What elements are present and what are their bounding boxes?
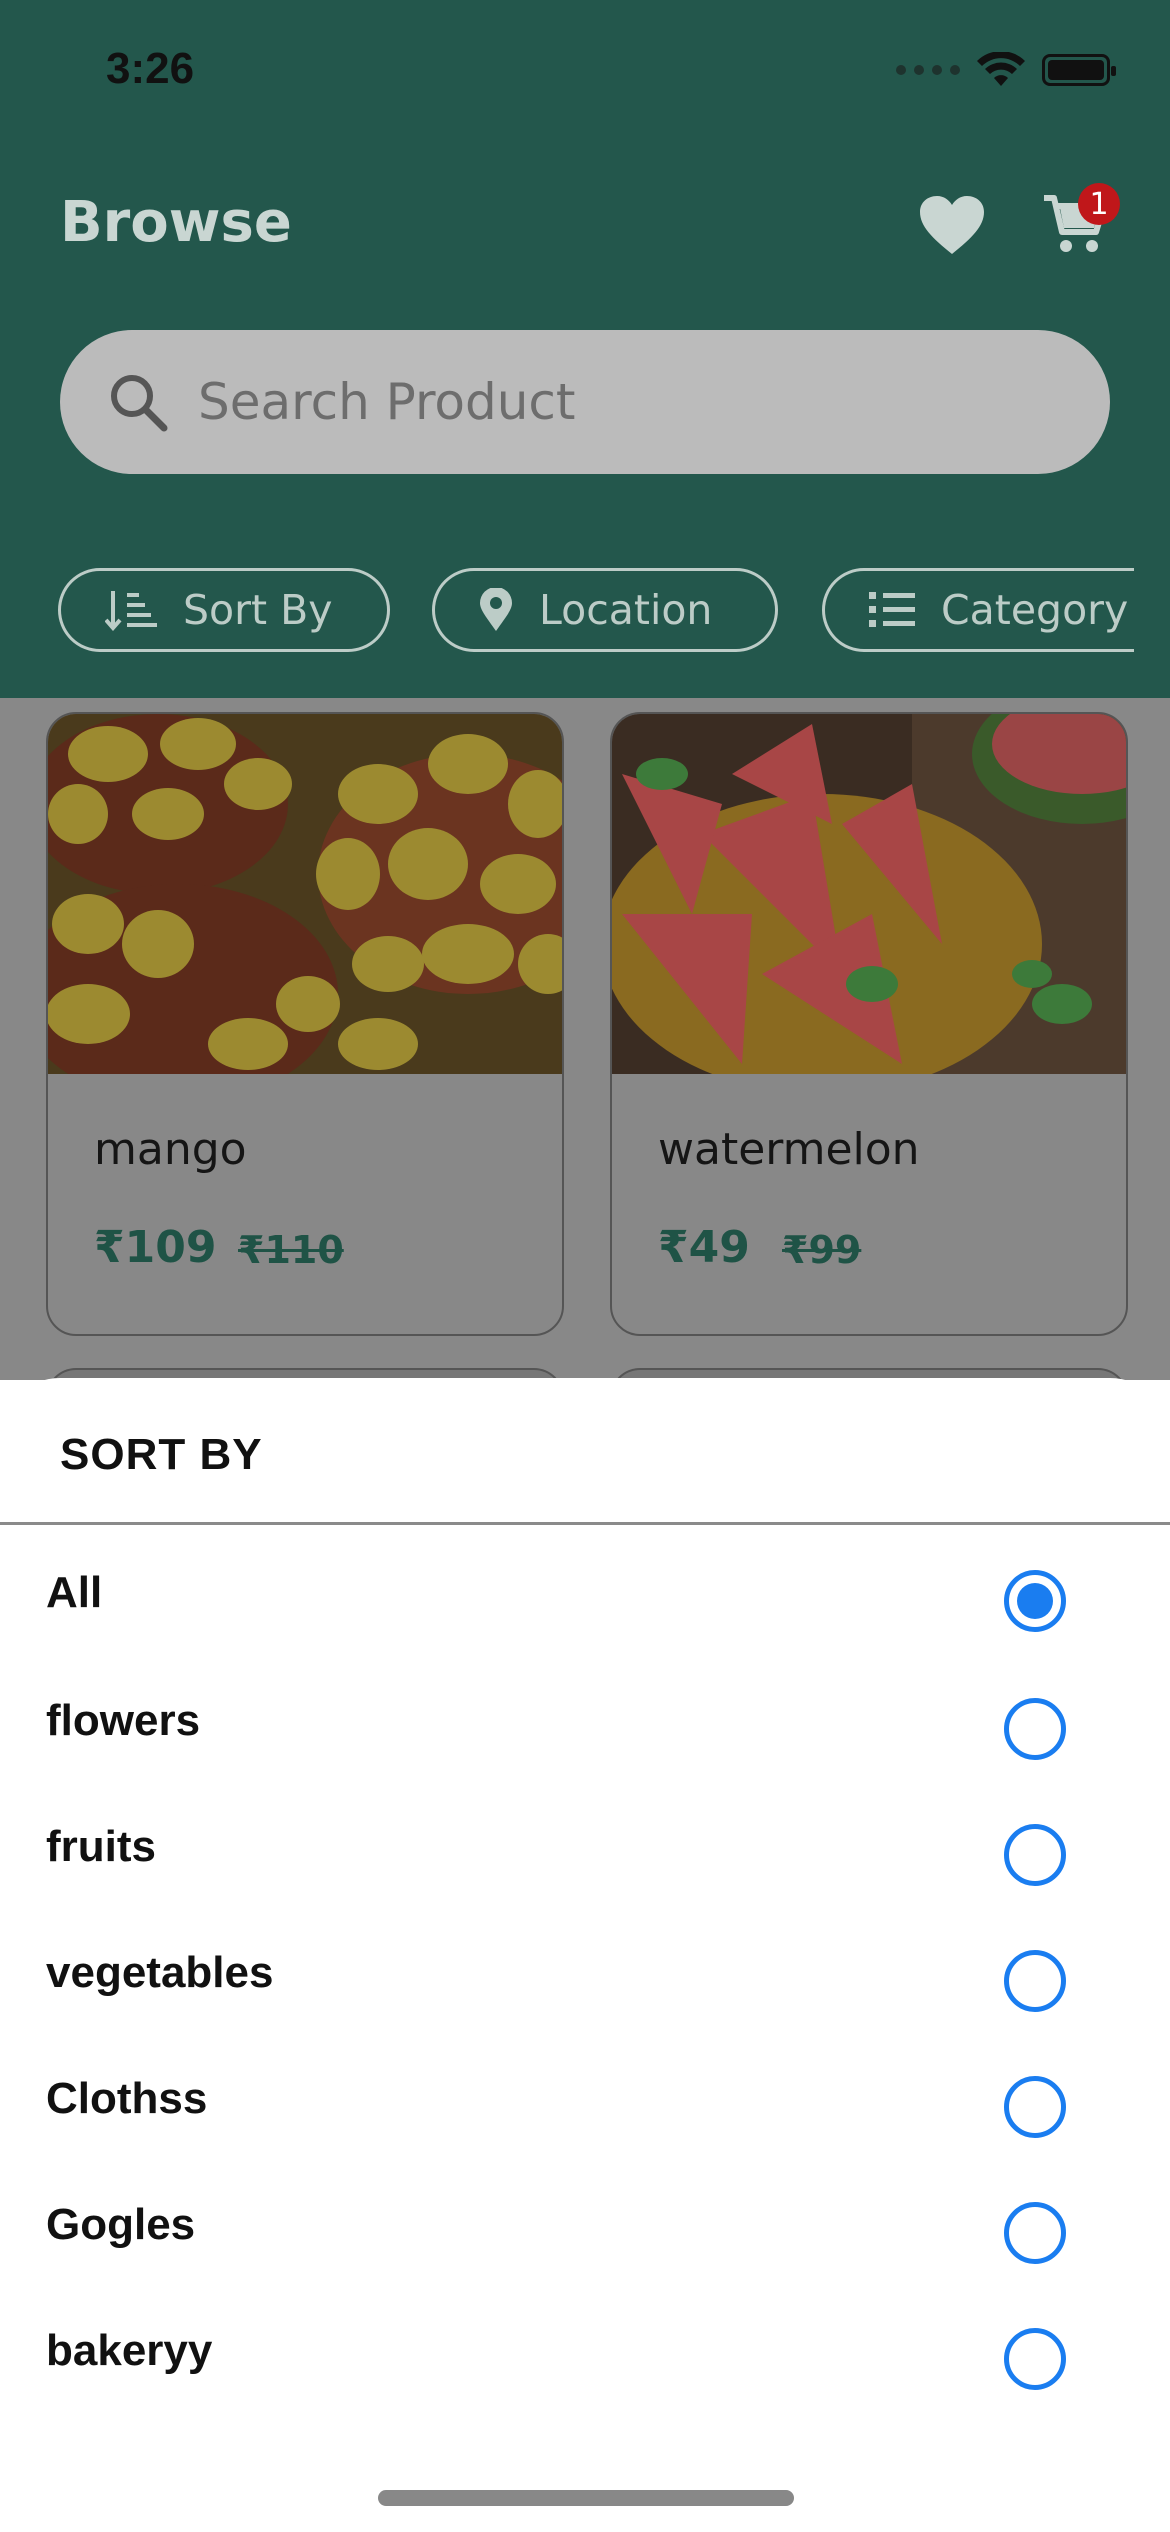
product-card-mango[interactable]: mango ₹109 ₹110 xyxy=(46,712,564,1336)
divider xyxy=(0,1522,1170,1525)
sort-by-label: Sort By xyxy=(183,586,333,634)
product-image-mango xyxy=(48,714,562,1074)
sort-option-label: bakeryy xyxy=(46,2326,213,2375)
radio-button[interactable] xyxy=(1004,2202,1066,2264)
radio-button[interactable] xyxy=(1004,1698,1066,1760)
search-icon xyxy=(111,375,168,432)
sort-option-label: flowers xyxy=(46,1696,201,1745)
category-label: Category xyxy=(941,586,1129,634)
radio-button[interactable] xyxy=(1004,2328,1066,2390)
app-header: 3:26 Browse 1 Search Product Sort By Loc… xyxy=(0,0,1170,698)
sort-option-flowers[interactable]: flowers xyxy=(0,1656,1170,1782)
filter-chips: Sort By Location Category xyxy=(58,568,1134,654)
location-label: Location xyxy=(539,586,713,634)
sort-option-label: Clothss xyxy=(46,2074,208,2123)
signal-icon xyxy=(896,65,960,75)
battery-icon xyxy=(1042,54,1116,86)
sort-option-label: fruits xyxy=(46,1822,156,1871)
sort-option-label: vegetables xyxy=(46,1948,274,1997)
sort-option-all[interactable]: All xyxy=(0,1528,1170,1654)
sort-option-gogles[interactable]: Gogles xyxy=(0,2160,1170,2286)
radio-button-selected[interactable] xyxy=(1004,1570,1066,1632)
location-pin-icon xyxy=(480,588,512,631)
sort-option-bakeryy[interactable]: bakeryy xyxy=(0,2286,1170,2412)
sort-option-label: Gogles xyxy=(46,2200,196,2249)
radio-button[interactable] xyxy=(1004,1824,1066,1886)
status-time: 3:26 xyxy=(106,44,195,93)
sort-by-sheet: SORT BY All flowers fruits vegetables Cl… xyxy=(0,1378,1170,2532)
product-name: watermelon xyxy=(658,1124,920,1175)
home-indicator xyxy=(378,2490,794,2506)
search-input[interactable] xyxy=(198,373,1058,431)
sheet-title: SORT BY xyxy=(60,1430,263,1479)
cart-badge: 1 xyxy=(1078,183,1120,225)
product-original-price: ₹99 xyxy=(782,1228,862,1272)
product-image-watermelon xyxy=(612,714,1126,1074)
category-chip[interactable]: Category xyxy=(822,568,1134,652)
radio-button[interactable] xyxy=(1004,1950,1066,2012)
wifi-icon xyxy=(977,52,1025,86)
heart-icon[interactable] xyxy=(918,194,986,256)
location-chip[interactable]: Location xyxy=(432,568,778,652)
sort-option-fruits[interactable]: fruits xyxy=(0,1782,1170,1908)
product-price: ₹49 xyxy=(658,1222,750,1273)
sort-option-label: All xyxy=(46,1568,103,1617)
product-card-watermelon[interactable]: watermelon ₹49 ₹99 xyxy=(610,712,1128,1336)
product-price: ₹109 xyxy=(94,1222,217,1273)
status-icons xyxy=(896,52,1116,88)
sort-by-chip[interactable]: Sort By xyxy=(58,568,390,652)
sort-icon xyxy=(105,591,157,631)
sort-option-vegetables[interactable]: vegetables xyxy=(0,1908,1170,2034)
list-icon xyxy=(869,592,915,627)
page-title: Browse xyxy=(60,190,292,255)
product-original-price: ₹110 xyxy=(238,1228,344,1272)
sort-option-clothss[interactable]: Clothss xyxy=(0,2034,1170,2160)
product-name: mango xyxy=(94,1124,247,1175)
radio-button[interactable] xyxy=(1004,2076,1066,2138)
search-bar[interactable] xyxy=(60,330,1110,474)
